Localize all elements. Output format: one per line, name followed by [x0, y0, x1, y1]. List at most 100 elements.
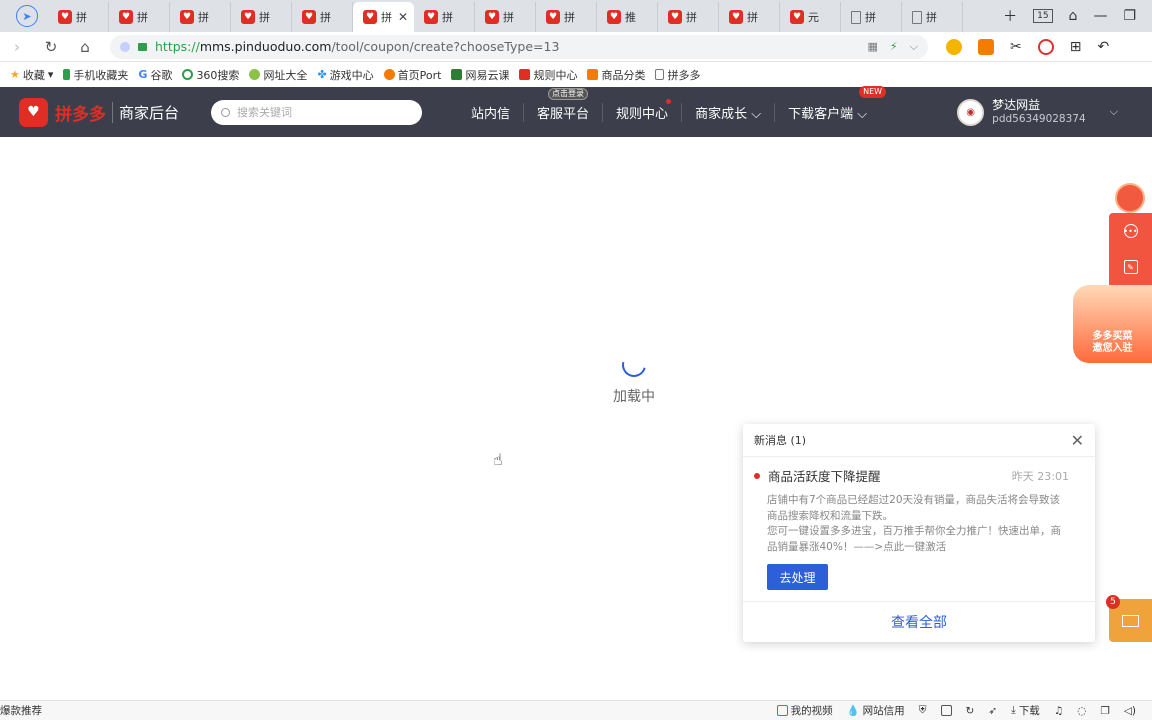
grocery-promo-banner[interactable]: 多多买菜 邀您入驻 [1073, 285, 1152, 363]
address-toolbar: › ↻ ⌂ https://mms.pinduoduo.com/tool/cou… [0, 32, 1152, 62]
url-input[interactable]: https://mms.pinduoduo.com/tool/coupon/cr… [110, 34, 928, 59]
coin-extension-icon[interactable] [946, 38, 962, 55]
compass-icon[interactable]: ➤ [16, 5, 38, 27]
speaker-icon[interactable]: ◁) [1124, 705, 1136, 717]
browser-tab[interactable]: ♥ 拼 [292, 2, 353, 32]
bookmark-item[interactable]: 网易云课 [451, 67, 509, 83]
tab-list: ♥ 拼 ♥ 拼 ♥ 拼 ♥ 拼 ♥ 拼 ♥ 拼 ✕ ♥ 拼 ♥ 拼 ♥ 拼 ♥ 推 ♥ 拼 ♥ 拼 ♥ 元 … [48, 0, 963, 32]
apps-grid-icon[interactable]: ⊞ [1070, 39, 1082, 55]
status-left-text[interactable]: 爆款推荐 [0, 703, 42, 718]
pdd-favicon-icon: ♥ [729, 10, 743, 24]
nav-download-client[interactable]: NEW 下载客户端 ⌵ [774, 85, 887, 122]
restore-icon[interactable]: ❐ [1123, 8, 1136, 24]
user-info: 梦达网益 pdd56349028374 [992, 98, 1085, 126]
site-info-icon[interactable] [120, 41, 130, 52]
edit-icon[interactable]: ✎ [1123, 260, 1138, 274]
browser-tab-active[interactable]: ♥ 拼 ✕ [353, 2, 414, 32]
forward-icon[interactable]: › [0, 38, 34, 56]
search-placeholder: 搜索关键词 [237, 106, 293, 119]
bookmark-item[interactable]: 商品分类 [587, 67, 645, 83]
browser-tab[interactable]: ♥ 拼 [719, 2, 780, 32]
nav-rules-center[interactable]: 规则中心 [602, 98, 681, 122]
notification-body: 商品活跃度下降提醒 昨天 23:01 店铺中有7个商品已经超过20天没有销量，商… [743, 457, 1095, 590]
minimize-icon[interactable]: — [1093, 8, 1107, 24]
bookmark-item[interactable]: 360搜索 [182, 67, 239, 83]
new-tab-icon[interactable]: ＋ [1003, 6, 1017, 26]
status-video[interactable]: 我的视频 [776, 703, 833, 718]
brand-logo[interactable]: ♥ 拼多多 商家后台 [19, 97, 179, 127]
video-icon [776, 705, 788, 716]
gamepad-icon: ✤ [317, 68, 327, 81]
user-name: 梦达网益 [992, 98, 1041, 112]
deal-extension-icon[interactable] [978, 38, 994, 55]
pdd-favicon-icon: ♥ [302, 10, 316, 24]
browser-tab[interactable]: ♥ 拼 [231, 2, 292, 32]
window-icon[interactable]: ❐ [1100, 705, 1109, 717]
status-download[interactable]: ⤓ 下载 [1011, 703, 1040, 718]
phone-icon [63, 69, 71, 80]
browser-tab[interactable]: 拼 [902, 2, 963, 32]
lock-icon [138, 42, 147, 51]
bookmark-item[interactable]: 网址大全 [249, 67, 307, 83]
document-icon [912, 10, 922, 24]
chat-icon[interactable]: ◌ [1077, 705, 1086, 717]
browser-tab[interactable]: ♥ 拼 [475, 2, 536, 32]
star-icon: ★ [10, 68, 20, 81]
bookmark-item[interactable]: ✤ 游戏中心 [317, 67, 373, 83]
status-site-credit[interactable]: 💧 网站信用 [847, 703, 905, 718]
home-icon[interactable]: ⌂ [68, 38, 102, 56]
nav-inbox[interactable]: 站内信 [458, 103, 523, 122]
notification-header: 新消息 (1) ✕ [743, 424, 1095, 457]
browser-tab[interactable]: ♥ 拼 [536, 2, 597, 32]
refresh-icon[interactable]: ↻ [966, 705, 975, 717]
bookmark-item[interactable]: G 谷歌 [138, 67, 172, 83]
close-icon[interactable]: ✕ [1071, 431, 1084, 450]
tab-strip-tools: ＋ 15 ⌂ — ❐ [1003, 6, 1152, 26]
pdd-favicon-icon [519, 69, 531, 80]
shield-icon[interactable]: ⛨ [919, 704, 927, 717]
close-tab-icon[interactable]: ✕ [398, 10, 408, 24]
bookmark-item[interactable]: 规则中心 [519, 67, 577, 83]
notification-heading: 新消息 (1) [754, 434, 807, 447]
scissors-icon[interactable]: ✂ [1010, 39, 1022, 55]
browser-tab[interactable]: 拼 [841, 2, 902, 32]
drop-icon: 💧 [846, 705, 860, 717]
chat-icon[interactable]: ••• [1123, 224, 1138, 238]
bookmark-item[interactable]: ★ 收藏 ▾ [10, 67, 53, 83]
search-360-icon [182, 69, 194, 80]
bookmark-item[interactable]: 手机收藏夹 [63, 67, 128, 83]
browser-tab[interactable]: ♥ 拼 [48, 2, 109, 32]
search-input[interactable]: 搜索关键词 [211, 99, 423, 125]
lightning-icon[interactable]: ⚡ [890, 40, 898, 53]
browser-tab[interactable]: ♥ 拼 [109, 2, 170, 32]
loading-text: 加载中 [613, 389, 655, 405]
chevron-down-icon[interactable]: ⌵ [910, 40, 918, 54]
pdd-favicon-icon: ♥ [607, 10, 621, 24]
mascot-icon[interactable] [1115, 183, 1145, 213]
undo-icon[interactable]: ↶ [1097, 39, 1109, 55]
chevron-down-icon[interactable]: ⌵ [1110, 105, 1118, 119]
qr-code-icon[interactable]: ▦ [868, 40, 878, 53]
rocket-icon[interactable]: ➶ [988, 705, 997, 717]
record-extension-icon[interactable] [1037, 38, 1054, 55]
login-pill: 点击登录 [548, 87, 589, 100]
bookmark-item[interactable]: 首页Port [383, 67, 441, 83]
bookmark-item[interactable]: 拼多多 [655, 67, 700, 83]
browser-tab[interactable]: ♥ 拼 [658, 2, 719, 32]
headset-icon[interactable]: ♫ [1054, 705, 1063, 717]
nav-merchant-growth[interactable]: 商家成长 ⌵ [681, 102, 774, 122]
browser-tab[interactable]: ♥ 拼 [414, 2, 475, 32]
reload-icon[interactable]: ↻ [34, 38, 68, 56]
browser-tab[interactable]: ♥ 拼 [170, 2, 231, 32]
unread-dot [666, 98, 672, 104]
image-icon[interactable] [940, 705, 952, 716]
handle-button[interactable]: 去处理 [767, 564, 828, 590]
shirt-skin-icon[interactable]: ⌂ [1069, 8, 1078, 24]
view-all-link[interactable]: 查看全部 [743, 601, 1095, 642]
pdd-favicon-icon: ♥ [180, 10, 194, 24]
tab-count-badge[interactable]: 15 [1033, 9, 1053, 23]
user-menu[interactable]: ◉ 梦达网益 pdd56349028374 ⌵ [957, 98, 1118, 126]
browser-tab[interactable]: ♥ 元 [780, 2, 841, 32]
nav-customer-service[interactable]: 点击登录 客服平台 [523, 87, 602, 122]
browser-tab[interactable]: ♥ 推 [597, 2, 658, 32]
